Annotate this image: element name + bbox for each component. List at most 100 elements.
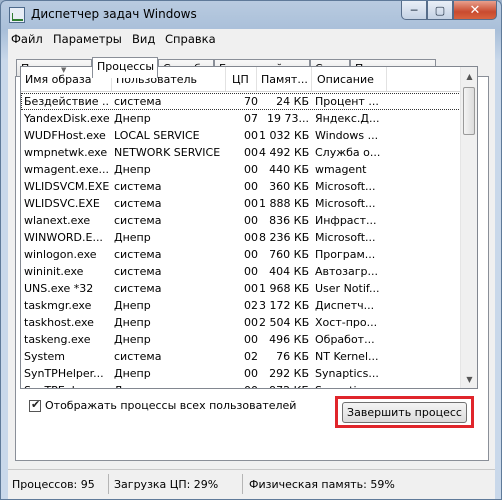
column-image-name-label: Имя образа <box>25 73 92 86</box>
maximize-button[interactable]: ▢ <box>427 1 453 20</box>
process-cpu: 00 <box>244 180 258 193</box>
process-cpu: 00 <box>244 231 258 244</box>
process-memory: 1 032 КБ <box>259 129 309 142</box>
process-cpu: 02 <box>244 299 258 312</box>
process-name: winlogon.exe <box>24 248 97 261</box>
process-cpu: 00 <box>228 384 258 388</box>
table-row[interactable]: taskmgr.exe Днепр 02 3 172 КБ Диспетч... <box>21 297 461 314</box>
process-name: SynTPEnh.exe <box>24 384 110 388</box>
table-row[interactable]: wininit.exe система 00 404 КБ Автозагр... <box>21 263 461 280</box>
process-cpu: 07 <box>244 112 258 125</box>
show-all-processes[interactable]: Отображать процессы всех пользователей <box>29 398 296 412</box>
process-cpu: 00 <box>244 146 258 159</box>
process-user: система <box>114 197 162 210</box>
table-row[interactable]: SynTPHelper... Днепр 00 292 КБ Synaptics... <box>21 365 461 382</box>
end-process-highlight: Завершить процесс <box>335 396 474 428</box>
process-cpu: 00 <box>244 367 258 380</box>
close-button[interactable]: ✕ <box>453 1 497 20</box>
process-name: UNS.exe *32 <box>24 282 94 295</box>
process-user: NETWORK SERVICE <box>114 146 221 159</box>
process-name: WUDFHost.exe <box>24 129 106 142</box>
table-row[interactable]: UNS.exe *32 система 00 1 968 КБ User Notif..… <box>21 280 461 297</box>
menu-help[interactable]: Справка <box>165 32 216 46</box>
task-manager-window: Диспетчер задач Windows ─ ▢ ✕ Файл Парам… <box>0 0 502 500</box>
end-process-button[interactable]: Завершить процесс <box>342 402 467 423</box>
scroll-thumb[interactable] <box>463 87 475 135</box>
title-bar[interactable]: Диспетчер задач Windows ─ ▢ ✕ <box>1 1 501 29</box>
process-user: система <box>114 214 162 227</box>
process-description: Microsoft... <box>315 197 376 210</box>
process-user: система <box>114 350 162 363</box>
table-row[interactable]: System система 02 76 КБ NT Kernel... <box>21 348 461 365</box>
process-memory: 440 КБ <box>269 163 309 176</box>
process-cpu: 00 <box>244 282 258 295</box>
process-list[interactable]: ▼ Имя образа Пользователь ЦП Памят... Оп… <box>20 66 478 389</box>
process-user: Днепр <box>114 112 151 125</box>
window-title: Диспетчер задач Windows <box>31 7 197 21</box>
process-description: Хост-про... <box>315 316 378 329</box>
table-row[interactable]: wmpnetwk.exe NETWORK SERVICE 00 4 492 КБ Слу… <box>21 144 461 161</box>
table-row[interactable]: WUDFHost.exe LOCAL SERVICE 00 1 032 КБ Windo… <box>21 127 461 144</box>
table-row[interactable]: SynTPEnh.exe Днепр 00972 КБ Synaptics... <box>21 382 461 388</box>
menu-file[interactable]: Файл <box>11 32 43 46</box>
table-row[interactable]: winlogon.exe система 00 760 КБ Програм... <box>21 246 461 263</box>
table-row[interactable]: taskhost.exe Днепр 00 2 504 КБ Хост-про... <box>21 314 461 331</box>
table-row[interactable]: WLIDSVCM.EXE система 00 360 КБ Microsoft... <box>21 178 461 195</box>
process-cpu: 00 <box>244 265 258 278</box>
process-description: Яндекс.Д... <box>315 112 380 125</box>
process-description: Диспетч... <box>315 299 375 312</box>
process-memory: 760 КБ <box>269 248 309 261</box>
menu-options[interactable]: Параметры <box>53 32 122 46</box>
process-cpu: 70 <box>244 95 258 108</box>
process-memory: 1 968 КБ <box>259 282 309 295</box>
column-description[interactable]: Описание <box>312 67 387 91</box>
process-description: Процент ... <box>315 95 379 108</box>
process-user: Днепр <box>114 384 222 388</box>
process-description: Автозагр... <box>315 265 378 278</box>
process-user: система <box>114 282 162 295</box>
scroll-down-icon[interactable]: ▼ <box>462 371 477 387</box>
process-name: WLIDSVCM.EXE <box>24 180 110 193</box>
column-cpu[interactable]: ЦП <box>226 67 257 91</box>
show-all-checkbox[interactable] <box>29 398 41 412</box>
table-row[interactable]: Бездействие ... система 70 24 КБ Процент ... <box>21 93 461 110</box>
process-cpu: 00 <box>244 163 258 176</box>
process-description: Инфраст... <box>315 214 377 227</box>
table-row[interactable]: YandexDisk.exe Днепр 07 19 73... Яндекс.Д... <box>21 110 461 127</box>
process-user: Днепр <box>114 299 151 312</box>
process-name: taskhost.exe <box>24 316 94 329</box>
scroll-up-icon[interactable]: ▲ <box>462 68 477 84</box>
process-cpu: 00 <box>244 129 258 142</box>
process-memory: 2 504 КБ <box>259 316 309 329</box>
menu-bar: Файл Параметры Вид Справка <box>8 29 495 49</box>
process-user: система <box>114 180 162 193</box>
process-memory: 76 КБ <box>276 350 309 363</box>
vertical-scrollbar[interactable]: ▲ ▼ <box>460 67 477 388</box>
process-memory: 3 172 КБ <box>259 299 309 312</box>
table-row[interactable]: taskeng.exe Днепр 00 496 КБ Обработ... <box>21 331 461 348</box>
process-cpu: 00 <box>244 197 258 210</box>
table-row[interactable]: WLIDSVC.EXE система 00 1 888 КБ Microsoft... <box>21 195 461 212</box>
process-cpu: 02 <box>244 350 258 363</box>
minimize-button[interactable]: ─ <box>401 1 427 20</box>
process-name: wmagent.exe... <box>24 163 109 176</box>
process-memory: 836 КБ <box>269 214 309 227</box>
process-memory: 4 492 КБ <box>259 146 309 159</box>
process-cpu: 00 <box>244 333 258 346</box>
tab-processes[interactable]: Процессы <box>92 57 158 78</box>
process-description: Windows ... <box>315 129 379 142</box>
process-memory: 360 КБ <box>269 180 309 193</box>
process-description: Обработ... <box>315 333 375 346</box>
process-name: taskmgr.exe <box>24 299 92 312</box>
process-memory: 496 КБ <box>269 333 309 346</box>
menu-view[interactable]: Вид <box>132 32 155 46</box>
table-row[interactable]: WINWORD.E... Днепр 00 8 236 КБ Microsoft... <box>21 229 461 246</box>
process-cpu: 00 <box>244 214 258 227</box>
process-description: Microsoft... <box>315 180 376 193</box>
process-description: wmagent <box>315 163 367 176</box>
process-name: WINWORD.E... <box>24 231 103 244</box>
column-memory[interactable]: Памят... <box>257 67 312 91</box>
table-row[interactable]: wmagent.exe... Днепр 00 440 КБ wmagent <box>21 161 461 178</box>
process-memory: 972 КБ <box>259 384 309 388</box>
table-row[interactable]: wlanext.exe система 00 836 КБ Инфраст... <box>21 212 461 229</box>
